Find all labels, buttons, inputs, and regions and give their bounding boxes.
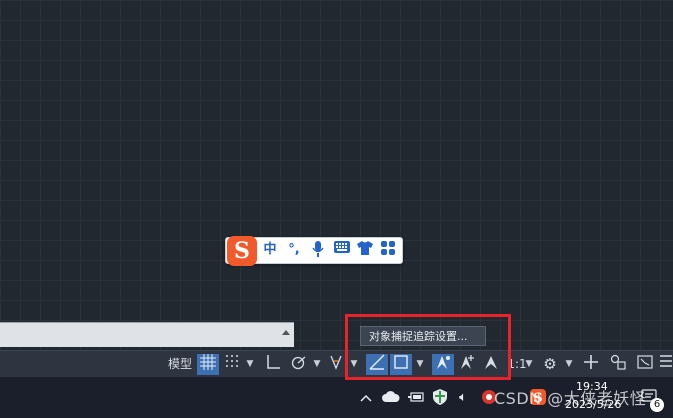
battery-icon[interactable] xyxy=(406,389,426,407)
object-snap-dropdown-chevron-icon[interactable]: ▼ xyxy=(414,354,426,375)
command-history-arrow-icon[interactable] xyxy=(282,330,290,335)
object-snap-icon[interactable] xyxy=(390,354,412,375)
keyboard-icon[interactable] xyxy=(334,241,350,259)
command-line[interactable] xyxy=(0,322,294,347)
polar-tracking-icon[interactable] xyxy=(287,354,309,375)
osnap-tracking-settings-tooltip[interactable]: 对象捕捉追踪设置... xyxy=(360,326,486,346)
grid-display-icon[interactable] xyxy=(197,354,219,375)
sogou-logo-icon[interactable]: S xyxy=(227,236,257,266)
model-space-button[interactable]: 模型 xyxy=(166,354,194,375)
workspace-gear-icon[interactable]: ⚙ xyxy=(540,354,560,375)
object-snap-tracking-icon[interactable] xyxy=(366,354,388,375)
skin-shirt-icon[interactable] xyxy=(357,241,373,259)
snap-dropdown-chevron-icon[interactable]: ▼ xyxy=(244,354,256,375)
snap-mode-icon[interactable] xyxy=(222,354,242,375)
toolbox-grid-icon[interactable] xyxy=(380,241,396,259)
chinese-mode-toggle[interactable]: 中 xyxy=(261,241,279,259)
annotation-visibility-icon[interactable] xyxy=(432,354,454,375)
onedrive-cloud-icon[interactable] xyxy=(381,389,401,407)
security-shield-icon[interactable] xyxy=(431,389,449,407)
isodraft-dropdown-chevron-icon[interactable]: ▼ xyxy=(349,354,359,375)
auto-scale-icon[interactable] xyxy=(456,354,478,375)
status-bar: 模型 ▼ ▼ ▼ ▼ 1:1 ▼ ⚙ ▼ xyxy=(0,350,673,378)
volume-speaker-icon[interactable]: 🔈︎ xyxy=(453,389,473,407)
ortho-mode-icon[interactable] xyxy=(262,354,284,375)
notification-count-badge: 6 xyxy=(650,398,664,412)
polar-dropdown-chevron-icon[interactable]: ▼ xyxy=(311,354,323,375)
punctuation-toggle[interactable]: °, xyxy=(284,241,304,259)
ime-toolbar: S 中 °, xyxy=(225,236,403,266)
customization-menu-icon[interactable] xyxy=(658,354,673,375)
scale-dropdown-chevron-icon[interactable]: ▼ xyxy=(524,354,534,375)
isodraft-icon[interactable] xyxy=(326,354,346,375)
drawing-canvas[interactable] xyxy=(0,0,673,350)
isolate-objects-icon[interactable] xyxy=(607,354,629,375)
csdn-watermark: CSDN @大侠老妖怪 xyxy=(494,389,647,408)
clean-screen-icon[interactable] xyxy=(634,354,656,375)
microphone-icon[interactable] xyxy=(310,241,326,259)
annotation-monitor-plus-icon[interactable] xyxy=(580,354,602,375)
workspace-dropdown-chevron-icon[interactable]: ▼ xyxy=(563,354,575,375)
show-hidden-icons-chevron-icon[interactable] xyxy=(358,389,374,407)
annotation-scale-icon[interactable] xyxy=(480,354,502,375)
